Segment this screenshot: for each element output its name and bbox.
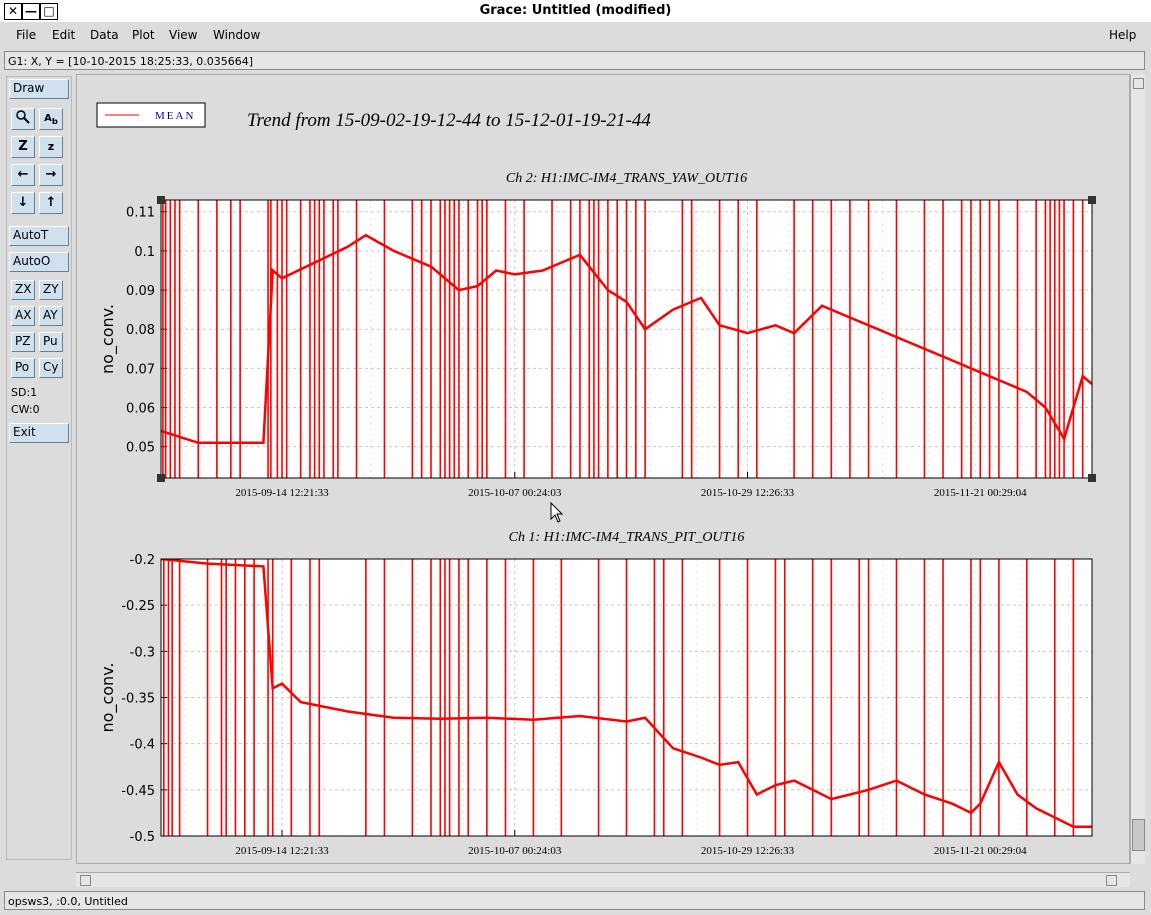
- menu-file[interactable]: File: [16, 28, 36, 42]
- y-tick-label: 0.11: [126, 206, 155, 221]
- mouse-cursor-icon: [550, 501, 564, 523]
- chart-pit: -0.2 -0.25 -0.3 -0.35 -0.4 -0.45 -0.5 2015-09-1…: [98, 530, 1093, 857]
- y-tick-label: -0.25: [121, 599, 155, 614]
- autoscale-z-icon[interactable]: Z: [11, 136, 35, 158]
- autot-button[interactable]: AutoT: [9, 226, 69, 246]
- cy-button[interactable]: Cy: [39, 358, 63, 378]
- menu-data[interactable]: Data: [90, 28, 119, 42]
- y-tick-label: 0.09: [126, 284, 155, 299]
- y-axis-label: no_conv.: [98, 663, 118, 733]
- arrow-down-icon[interactable]: ↓: [11, 192, 35, 214]
- y-axis-label: no_conv.: [98, 304, 118, 374]
- selection-handle: [157, 196, 165, 204]
- exit-button[interactable]: Exit: [9, 423, 69, 443]
- menu-window[interactable]: Window: [213, 28, 260, 42]
- x-tick-label: 2015-09-14 12:21:33: [235, 845, 329, 857]
- po-button[interactable]: Po: [11, 358, 35, 378]
- main-title: Trend from 15-09-02-19-12-44 to 15-12-01…: [247, 110, 651, 131]
- menu-edit[interactable]: Edit: [52, 28, 75, 42]
- arrow-left-icon[interactable]: ←: [11, 164, 35, 186]
- y-tick-label: -0.35: [121, 692, 155, 707]
- scroll-up-icon[interactable]: [1133, 78, 1144, 89]
- y-tick-label: 0.06: [126, 402, 155, 417]
- draw-button[interactable]: Draw: [9, 79, 69, 99]
- y-tick-label: -0.4: [130, 738, 155, 753]
- magnifier-icon: [16, 110, 30, 124]
- y-tick-label: 0.07: [126, 362, 155, 377]
- toolbar: Draw Ab Z z ← → ↓ ↑ AutoT AutoO ZX ZY AX…: [6, 76, 72, 860]
- y-tick-label: 0.05: [126, 441, 155, 456]
- sd-label: SD:1: [11, 386, 38, 399]
- scroll-right-icon[interactable]: [1106, 875, 1117, 886]
- text-tool-icon[interactable]: Ab: [39, 108, 63, 130]
- zoom-icon[interactable]: [11, 108, 35, 130]
- window-titlebar: ✕ — □ Grace: Untitled (modified): [0, 0, 1151, 23]
- zoom-z-icon[interactable]: z: [39, 136, 63, 158]
- x-tick-label: 2015-10-29 12:26:33: [701, 845, 795, 857]
- ay-button[interactable]: AY: [39, 306, 63, 326]
- legend-label: MEAN: [155, 110, 195, 122]
- pu-button[interactable]: Pu: [39, 332, 63, 352]
- x-tick-label: 2015-11-21 00:29:04: [934, 845, 1027, 857]
- arrow-right-icon[interactable]: →: [39, 164, 63, 186]
- y-tick-label: -0.5: [130, 830, 155, 845]
- x-tick-label: 2015-09-14 12:21:33: [235, 487, 329, 499]
- chart-title: Ch 1: H1:IMC-IM4_TRANS_PIT_OUT16: [509, 530, 745, 545]
- vertical-scrollbar[interactable]: [1130, 74, 1145, 864]
- selection-handle: [1088, 196, 1096, 204]
- autoo-button[interactable]: AutoO: [9, 252, 69, 272]
- zy-button[interactable]: ZY: [39, 280, 63, 300]
- x-tick-label: 2015-10-29 12:26:33: [701, 487, 795, 499]
- menubar: File Edit Data Plot View Window Help: [0, 22, 1151, 49]
- chart-yaw: 0.11 0.1 0.09 0.08 0.07 0.06 0.05 2015-09-14 12…: [98, 171, 1096, 499]
- horizontal-scrollbar[interactable]: [76, 872, 1130, 887]
- scroll-left-icon[interactable]: [80, 875, 91, 886]
- selection-handle: [1088, 474, 1096, 482]
- selection-handle: [157, 474, 165, 482]
- y-tick-label: -0.3: [130, 645, 155, 660]
- y-tick-label: 0.1: [134, 245, 155, 260]
- menu-help[interactable]: Help: [1109, 28, 1136, 42]
- y-tick-label: -0.2: [130, 553, 155, 568]
- status-bar: opsws3, :0.0, Untitled: [4, 891, 1145, 910]
- y-tick-label: 0.08: [126, 323, 155, 338]
- x-tick-label: 2015-11-21 00:29:04: [934, 487, 1027, 499]
- plot-canvas[interactable]: MEAN Trend from 15-09-02-19-12-44 to 15-…: [76, 74, 1130, 864]
- arrow-up-icon[interactable]: ↑: [39, 192, 63, 214]
- vertical-scroll-thumb[interactable]: [1132, 819, 1145, 851]
- x-tick-label: 2015-10-07 00:24:03: [468, 845, 562, 857]
- menu-plot[interactable]: Plot: [132, 28, 155, 42]
- y-tick-label: -0.45: [121, 784, 155, 799]
- plot-svg: MEAN Trend from 15-09-02-19-12-44 to 15-…: [96, 102, 1096, 857]
- ax-button[interactable]: AX: [11, 306, 35, 326]
- cw-label: CW:0: [11, 403, 40, 416]
- chart-title: Ch 2: H1:IMC-IM4_TRANS_YAW_OUT16: [506, 171, 747, 186]
- pz-button[interactable]: PZ: [11, 332, 35, 352]
- x-tick-label: 2015-10-07 00:24:03: [468, 487, 562, 499]
- locator-bar: G1: X, Y = [10-10-2015 18:25:33, 0.03566…: [4, 51, 1145, 70]
- menu-view[interactable]: View: [169, 28, 197, 42]
- zx-button[interactable]: ZX: [11, 280, 35, 300]
- window-title: Grace: Untitled (modified): [479, 3, 672, 18]
